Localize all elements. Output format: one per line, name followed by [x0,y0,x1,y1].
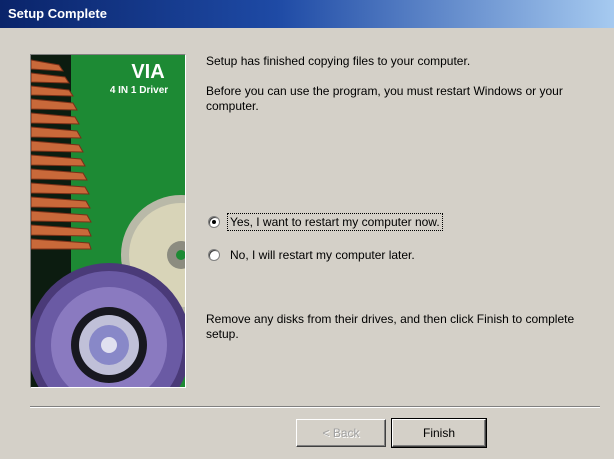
restart-now-label[interactable]: Yes, I want to restart my computer now. [227,213,443,231]
button-separator [30,406,600,408]
radio-selected-dot [212,220,216,224]
remove-disks-message: Remove any disks from their drives, and … [206,312,575,341]
banner-product-name: 4 IN 1 Driver [109,85,169,96]
restart-now-option[interactable]: Yes, I want to restart my computer now. [208,212,443,232]
restart-now-radio[interactable] [208,216,220,228]
product-banner-image: VIA 4 IN 1 Driver [30,54,186,388]
restart-later-radio[interactable] [208,249,220,261]
title-bar[interactable]: Setup Complete [0,0,614,28]
restart-later-option[interactable]: No, I will restart my computer later. [208,245,417,265]
restart-later-label[interactable]: No, I will restart my computer later. [228,247,417,263]
banner-artwork [31,55,185,387]
banner-brand: VIA [131,61,165,83]
window-title: Setup Complete [8,6,107,21]
finish-button[interactable]: Finish [391,418,487,448]
restart-required-message: Before you can use the program, you must… [206,84,563,113]
finished-message: Setup has finished copying files to your… [206,54,471,68]
back-button[interactable]: < Back [296,419,386,447]
